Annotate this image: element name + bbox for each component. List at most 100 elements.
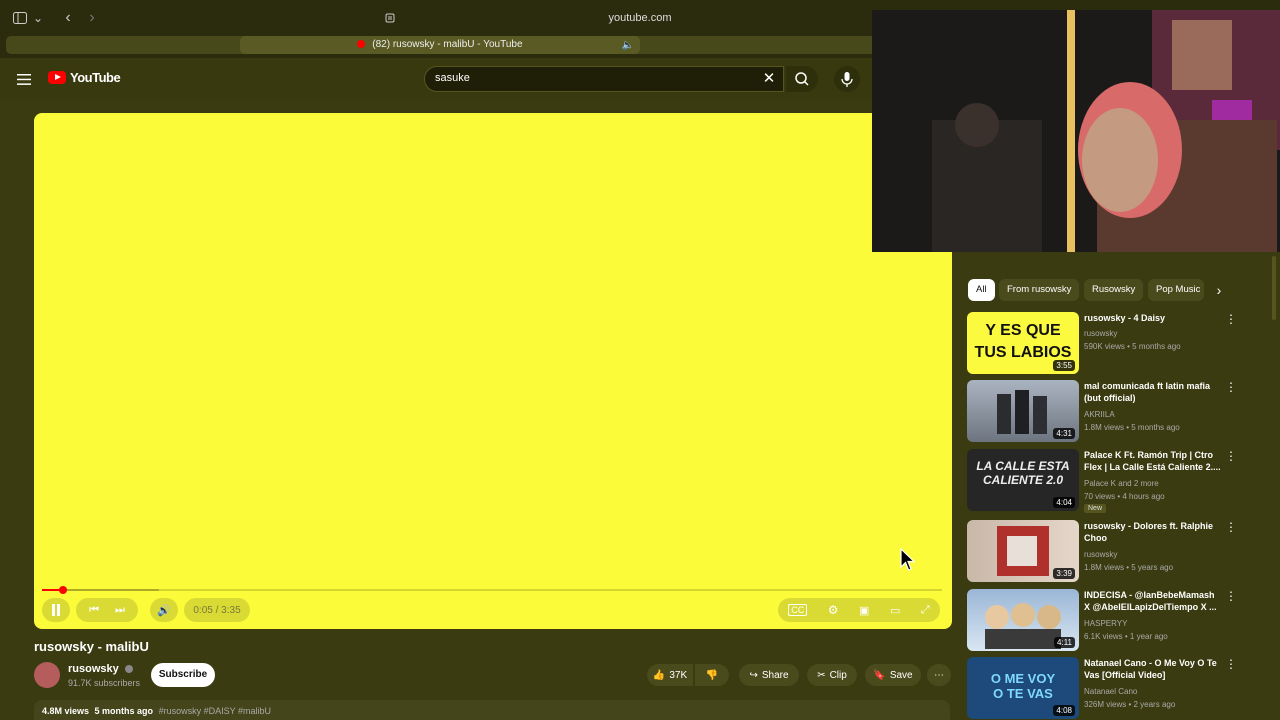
- dislike-button[interactable]: 👎: [695, 664, 729, 686]
- mouse-cursor-icon: [900, 548, 916, 571]
- more-vertical-icon[interactable]: ⋮: [1225, 312, 1237, 326]
- sidebar-scrollbar[interactable]: [1272, 256, 1276, 320]
- subscribe-button[interactable]: Subscribe: [151, 663, 215, 687]
- view-count: 4.8M views: [42, 706, 90, 716]
- miniplayer-icon[interactable]: ▣: [859, 604, 869, 617]
- thumbnail-text: LA CALLE ESTA CALIENTE 2.0: [976, 459, 1070, 487]
- time-separator: /: [212, 604, 222, 616]
- voice-search-button[interactable]: [834, 66, 860, 92]
- forward-icon[interactable]: ›: [84, 8, 100, 28]
- volume-button[interactable]: 🔊: [150, 598, 178, 622]
- rec-meta: 6.1K views • 1 year ago: [1084, 632, 1168, 641]
- thumbnail[interactable]: 4:31: [967, 380, 1079, 442]
- rec-channel[interactable]: Natanael Cano: [1084, 687, 1137, 696]
- thumbnail[interactable]: Y ES QUE TUS LABIOS 3:55: [967, 312, 1079, 374]
- pause-button[interactable]: [42, 598, 70, 622]
- clip-label: Clip: [829, 669, 847, 681]
- progress-bar[interactable]: [42, 586, 942, 594]
- clip-button[interactable]: ✂ Clip: [807, 664, 857, 686]
- thumbnail[interactable]: 3:39: [967, 520, 1079, 582]
- chip-all[interactable]: All: [968, 279, 995, 301]
- chevron-right-icon[interactable]: ›: [1210, 281, 1228, 299]
- share-button[interactable]: ↪ Share: [739, 664, 799, 686]
- duration-time: 3:35: [221, 604, 241, 616]
- more-vertical-icon[interactable]: ⋮: [1225, 380, 1237, 394]
- clear-search-icon[interactable]: ✕: [760, 70, 778, 88]
- current-time: 0:05: [193, 604, 213, 616]
- rec-channel[interactable]: AKRIILA: [1084, 410, 1115, 419]
- rec-title[interactable]: rusowsky - 4 Daisy: [1084, 312, 1222, 324]
- hamburger-menu-icon[interactable]: [14, 70, 34, 88]
- sidebar-toggle-icon[interactable]: [12, 10, 28, 26]
- search-input[interactable]: [435, 72, 755, 84]
- cast-icon[interactable]: ▭: [890, 604, 900, 617]
- next-icon[interactable]: ⏭: [115, 604, 125, 617]
- rec-title[interactable]: mal comunicada ft latin mafia (but offic…: [1084, 380, 1222, 404]
- more-horizontal-icon: ⋯: [934, 669, 944, 681]
- rec-meta: 590K views • 5 months ago: [1084, 342, 1181, 351]
- rec-channel[interactable]: rusowsky: [1084, 329, 1117, 338]
- like-button[interactable]: 👍 37K: [647, 664, 693, 686]
- rec-channel[interactable]: Palace K and 2 more: [1084, 479, 1159, 488]
- video-player[interactable]: ⏮ ⏭ 🔊 0:05 / 3:35 CC ⚙ ▣ ▭ ⤢: [34, 113, 952, 629]
- list-item[interactable]: O ME VOY O TE VAS 4:08 Natanael Cano - O…: [967, 657, 1247, 719]
- bookmark-icon: 🔖: [873, 669, 886, 681]
- channel-name[interactable]: rusowsky: [68, 663, 133, 675]
- previous-icon[interactable]: ⏮: [89, 604, 99, 617]
- thumbnail-text: Y ES QUE TUS LABIOS: [974, 322, 1072, 361]
- search-button[interactable]: [786, 66, 818, 92]
- youtube-logo[interactable]: YouTube: [48, 70, 121, 85]
- duration-badge: 4:08: [1053, 705, 1075, 716]
- more-vertical-icon[interactable]: ⋮: [1225, 449, 1237, 463]
- progress-scrubber[interactable]: [58, 586, 67, 594]
- rec-channel[interactable]: HASPERYY: [1084, 619, 1127, 628]
- fullscreen-icon[interactable]: ⤢: [921, 604, 930, 617]
- description-box[interactable]: 4.8M views 5 months ago #rusowsky #DAISY…: [34, 700, 950, 720]
- captions-icon[interactable]: CC: [788, 604, 808, 616]
- search-box: [424, 66, 784, 92]
- thumbnail-text: O ME VOY O TE VAS: [990, 671, 1056, 701]
- thumbnail[interactable]: O ME VOY O TE VAS 4:08: [967, 657, 1079, 719]
- tab-title: (82) rusowsky - malibU - YouTube: [372, 39, 523, 50]
- tab-mute-icon[interactable]: 🔈: [620, 37, 636, 53]
- save-button[interactable]: 🔖 Save: [865, 664, 921, 686]
- rec-title[interactable]: rusowsky - Dolores ft. Ralphie Choo: [1084, 520, 1222, 544]
- rec-title[interactable]: INDECISA - @IanBebeMamash X @AbelElLapiz…: [1084, 589, 1222, 613]
- rec-meta: 70 views • 4 hours ago: [1084, 492, 1165, 501]
- rec-meta: 1.8M views • 5 years ago: [1084, 563, 1174, 572]
- list-item[interactable]: 3:39 rusowsky - Dolores ft. Ralphie Choo…: [967, 520, 1247, 582]
- settings-gear-icon[interactable]: ⚙: [828, 603, 839, 617]
- chip-pop-music[interactable]: Pop Music: [1148, 279, 1204, 301]
- thumbnail[interactable]: LA CALLE ESTA CALIENTE 2.0 4:04: [967, 449, 1079, 511]
- more-vertical-icon[interactable]: ⋮: [1225, 520, 1237, 534]
- webcam-overlay: [872, 10, 1280, 252]
- chip-rusowsky[interactable]: Rusowsky: [1084, 279, 1144, 301]
- duration-badge: 3:39: [1053, 568, 1075, 579]
- chip-from-rusowsky[interactable]: From rusowsky: [999, 279, 1080, 301]
- url-bar[interactable]: youtube.com: [380, 8, 900, 28]
- list-item[interactable]: LA CALLE ESTA CALIENTE 2.0 4:04 Palace K…: [967, 449, 1247, 513]
- more-actions-button[interactable]: ⋯: [927, 664, 951, 686]
- save-label: Save: [889, 669, 913, 681]
- hashtags[interactable]: #rusowsky #DAISY #malibU: [159, 706, 271, 716]
- rec-title[interactable]: Natanael Cano - O Me Voy O Te Vas [Offic…: [1084, 657, 1222, 681]
- time-display: 0:05 / 3:35: [184, 598, 250, 622]
- duration-badge: 4:11: [1054, 637, 1075, 648]
- list-item[interactable]: 4:11 INDECISA - @IanBebeMamash X @AbelEl…: [967, 589, 1247, 651]
- rec-title[interactable]: Palace K Ft. Ramón Trip | Ctro Flex | La…: [1084, 449, 1222, 473]
- tab-active[interactable]: (82) rusowsky - malibU - YouTube: [240, 36, 640, 54]
- rec-meta: 1.8M views • 5 months ago: [1084, 423, 1180, 432]
- microphone-icon: [841, 72, 853, 87]
- channel-avatar[interactable]: [34, 662, 60, 688]
- back-icon[interactable]: ‹: [60, 8, 76, 28]
- thumbnail[interactable]: 4:11: [967, 589, 1079, 651]
- list-item[interactable]: Y ES QUE TUS LABIOS 3:55 rusowsky - 4 Da…: [967, 312, 1247, 374]
- more-vertical-icon[interactable]: ⋮: [1225, 657, 1237, 671]
- verified-icon: [124, 665, 133, 674]
- rec-channel[interactable]: rusowsky: [1084, 550, 1117, 559]
- share-label: Share: [761, 669, 789, 681]
- chevron-down-icon[interactable]: ⌄: [32, 10, 44, 26]
- more-vertical-icon[interactable]: ⋮: [1225, 589, 1237, 603]
- list-item[interactable]: 4:31 mal comunicada ft latin mafia (but …: [967, 380, 1247, 442]
- search-icon: [795, 72, 809, 86]
